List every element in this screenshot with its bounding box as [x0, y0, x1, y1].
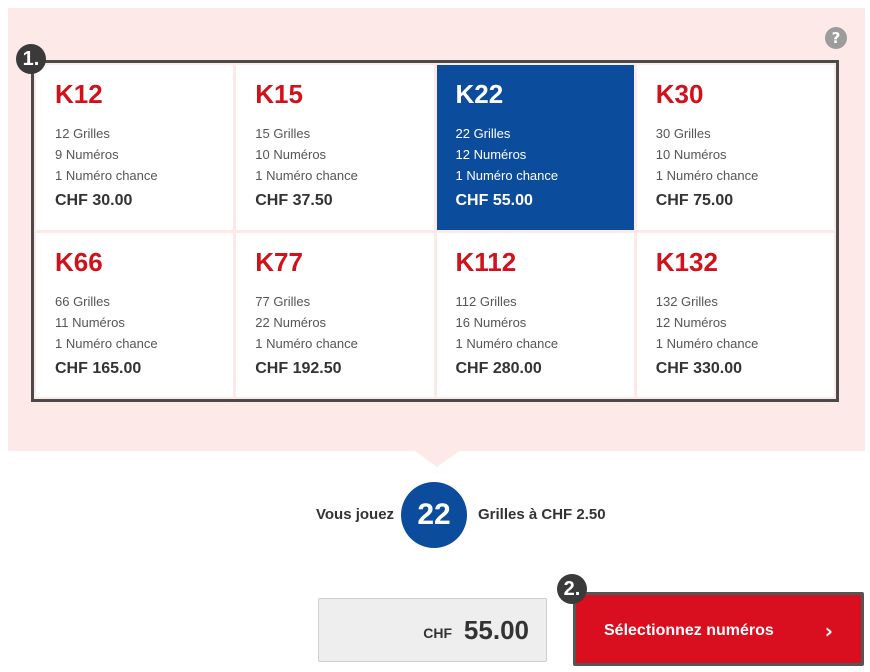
panel-pointer	[415, 451, 459, 467]
grid-count-summary: Vous jouez 22 Grilles à CHF 2.50	[0, 480, 870, 548]
question-icon[interactable]: ?	[825, 27, 847, 49]
package-chance: 1 Numéro chance	[55, 335, 158, 351]
select-numbers-button[interactable]: Sélectionnez numéros ›	[576, 595, 861, 663]
package-price: CHF 165.00	[55, 359, 142, 377]
select-numbers-label: Sélectionnez numéros	[604, 622, 774, 639]
package-grilles: 66 Grilles	[55, 293, 110, 309]
package-chance: 1 Numéro chance	[655, 335, 759, 351]
package-card-k15[interactable]: K15 15 Grilles 10 Numéros 1 Numéro chanc…	[236, 65, 434, 230]
package-price: CHF 192.50	[255, 359, 342, 377]
package-chance: 1 Numéro chance	[55, 168, 158, 183]
package-chance: 1 Numéro chance	[255, 335, 358, 351]
step-2-badge: 2.	[557, 574, 587, 604]
package-chance: 1 Numéro chance	[255, 168, 358, 183]
grid-count-badge: 22	[401, 482, 467, 548]
package-card-k66[interactable]: K66 66 Grilles 11 Numéros 1 Numéro chanc…	[36, 232, 234, 397]
package-code: K30	[655, 79, 704, 109]
total-price-box: CHF 55.00	[318, 598, 547, 662]
package-grilles: 112 Grilles	[455, 293, 517, 309]
package-numeros: 10 Numéros	[255, 147, 327, 162]
package-code: K132	[655, 246, 718, 277]
package-card-k132[interactable]: K132 132 Grilles 12 Numéros 1 Numéro cha…	[636, 232, 834, 397]
package-code: K66	[55, 246, 103, 277]
package-numeros: 10 Numéros	[655, 147, 727, 162]
package-numeros: 16 Numéros	[455, 314, 527, 330]
package-code: K12	[55, 79, 103, 109]
package-grilles: 77 Grilles	[255, 293, 311, 309]
chevron-right-icon: ›	[824, 619, 833, 643]
package-numeros: 11 Numéros	[55, 314, 125, 330]
package-chance: 1 Numéro chance	[655, 168, 759, 183]
package-code: K77	[255, 246, 303, 277]
package-card-k12[interactable]: K12 12 Grilles 9 Numéros 1 Numéro chance…	[36, 65, 234, 230]
package-chance: 1 Numéro chance	[455, 168, 559, 183]
package-numeros: 22 Numéros	[255, 314, 327, 330]
package-numeros: 9 Numéros	[55, 147, 119, 162]
package-grilles: 30 Grilles	[655, 126, 711, 141]
package-price: CHF 280.00	[455, 359, 542, 377]
package-code: K15	[255, 79, 303, 109]
total-currency: CHF	[423, 625, 452, 641]
package-grilles: 15 Grilles	[255, 126, 311, 141]
package-grilles: 12 Grilles	[55, 126, 110, 141]
package-price: CHF 55.00	[455, 192, 533, 209]
package-card-k77[interactable]: K77 77 Grilles 22 Numéros 1 Numéro chanc…	[236, 232, 434, 397]
package-card-k30[interactable]: K30 30 Grilles 10 Numéros 1 Numéro chanc…	[636, 65, 834, 230]
package-price: CHF 30.00	[55, 192, 133, 209]
step-1-badge: 1.	[16, 44, 46, 74]
package-grid: K12 12 Grilles 9 Numéros 1 Numéro chance…	[31, 60, 839, 402]
select-numbers-frame: Sélectionnez numéros ›	[573, 592, 864, 666]
package-grilles: 22 Grilles	[455, 126, 511, 141]
summary-suffix: Grilles à CHF 2.50	[478, 506, 606, 523]
package-code: K22	[455, 79, 504, 109]
package-numeros: 12 Numéros	[655, 314, 727, 330]
package-card-k22[interactable]: K22 22 Grilles 12 Numéros 1 Numéro chanc…	[436, 65, 634, 230]
package-card-k112[interactable]: K112 112 Grilles 16 Numéros 1 Numéro cha…	[436, 232, 634, 397]
package-code: K112	[455, 246, 517, 277]
summary-prefix: Vous jouez	[316, 506, 395, 523]
package-price: CHF 37.50	[255, 192, 333, 209]
package-chance: 1 Numéro chance	[455, 335, 559, 351]
package-price: CHF 330.00	[655, 359, 743, 377]
package-price: CHF 75.00	[655, 192, 734, 209]
package-numeros: 12 Numéros	[455, 147, 527, 162]
total-amount: 55.00	[463, 615, 529, 645]
package-grilles: 132 Grilles	[655, 293, 718, 309]
